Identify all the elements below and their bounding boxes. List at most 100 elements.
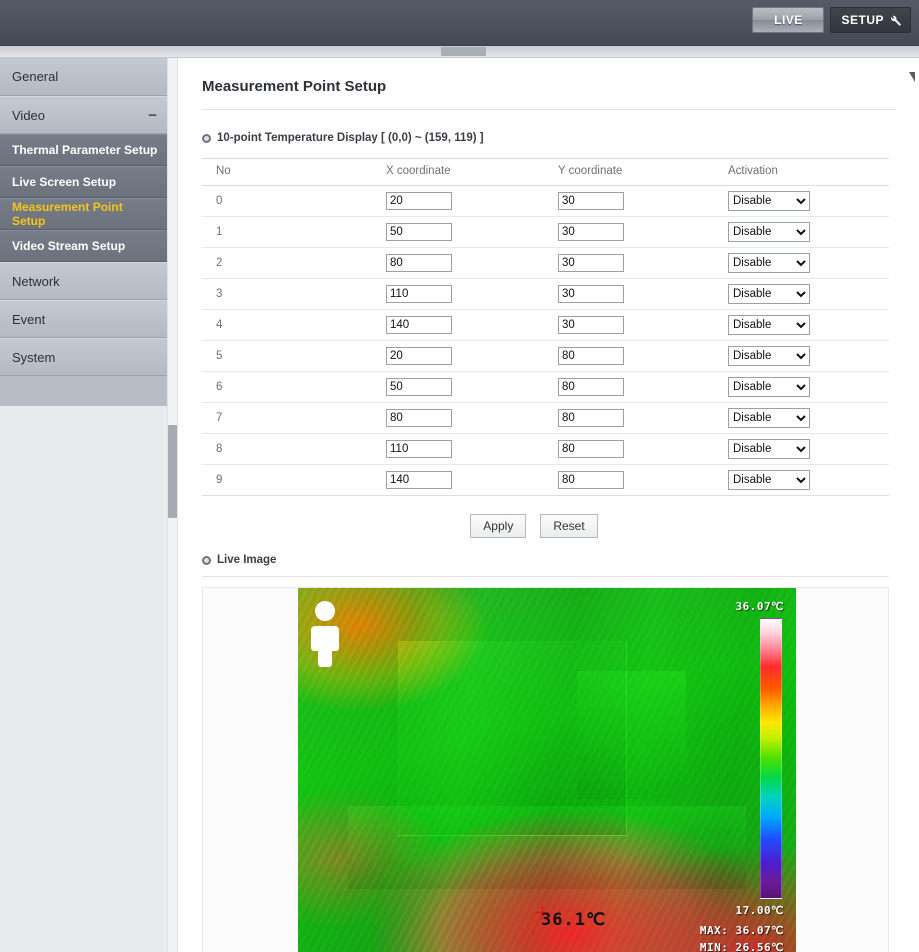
row-activation-cell: Disable [714, 309, 889, 341]
row-y-cell [544, 247, 714, 279]
table-header-row: No X coordinate Y coordinate Activation [202, 158, 889, 186]
y-coordinate-input[interactable] [558, 316, 624, 334]
x-coordinate-input[interactable] [386, 285, 452, 303]
sidebar-item-video[interactable]: Video − [0, 96, 171, 134]
row-index: 0 [202, 185, 372, 217]
measurement-point-table-body: 0 Disable 1 Disable 2 Disable [202, 185, 889, 496]
row-x-cell [372, 247, 544, 279]
content-scrollbar-thumb[interactable] [168, 425, 177, 518]
y-coordinate-input[interactable] [558, 223, 624, 241]
sidebar-item-thermal-parameter-setup[interactable]: Thermal Parameter Setup [0, 134, 171, 166]
sidebar-item-live-screen-setup-label: Live Screen Setup [12, 175, 117, 189]
table-row: 8 Disable [202, 433, 889, 465]
thermal-scene-shape-b [576, 670, 687, 799]
live-mode-button[interactable]: LIVE [752, 7, 825, 33]
y-coordinate-input[interactable] [558, 409, 624, 427]
activation-select[interactable]: Disable [728, 470, 810, 490]
y-coordinate-input[interactable] [558, 471, 624, 489]
apply-button[interactable]: Apply [470, 514, 527, 538]
tab-indicator[interactable] [441, 47, 486, 56]
outer-scroll-arrow-icon[interactable] [907, 70, 917, 82]
row-activation-cell: Disable [714, 185, 889, 217]
y-coordinate-input[interactable] [558, 378, 624, 396]
x-coordinate-input[interactable] [386, 192, 452, 210]
sidebar-item-video-stream-setup-label: Video Stream Setup [12, 239, 126, 253]
table-row: 4 Disable [202, 309, 889, 341]
sidebar-item-measurement-point-setup-label: Measurement Point Setup [12, 200, 123, 228]
measurement-point-table: No X coordinate Y coordinate Activation … [202, 158, 889, 496]
sidebar-item-network-label: Network [12, 273, 60, 289]
sidebar-item-network[interactable]: Network [0, 262, 171, 300]
sidebar-nav: General Video − Thermal Parameter Setup … [0, 58, 172, 406]
live-image-container: 36.07℃ 17.00℃ MAX: 36.07℃ MIN: 26.56℃ 36… [202, 576, 889, 952]
section-header-label: 10-point Temperature Display [ (0,0) ~ (… [217, 132, 484, 144]
activation-select[interactable]: Disable [728, 284, 810, 304]
y-coordinate-input[interactable] [558, 440, 624, 458]
activation-select[interactable]: Disable [728, 377, 810, 397]
header-button-group: LIVE SETUP [752, 7, 911, 33]
section-bullet-icon [202, 133, 211, 143]
activation-select[interactable]: Disable [728, 222, 810, 242]
row-activation-cell: Disable [714, 433, 889, 465]
reset-button[interactable]: Reset [540, 514, 598, 538]
sidebar-item-measurement-point-setup[interactable]: Measurement Point Setup [0, 198, 171, 230]
setup-mode-button[interactable]: SETUP [830, 7, 911, 33]
activation-select[interactable]: Disable [728, 253, 810, 273]
activation-select[interactable]: Disable [728, 346, 810, 366]
row-x-cell [372, 278, 544, 310]
x-coordinate-input[interactable] [386, 254, 452, 272]
sidebar-item-event[interactable]: Event [0, 300, 171, 338]
x-coordinate-input[interactable] [386, 471, 452, 489]
table-row: 1 Disable [202, 216, 889, 248]
y-coordinate-input[interactable] [558, 254, 624, 272]
x-coordinate-input[interactable] [386, 223, 452, 241]
row-index: 3 [202, 278, 372, 310]
row-y-cell [544, 340, 714, 372]
activation-select[interactable]: Disable [728, 191, 810, 211]
row-index: 8 [202, 433, 372, 465]
x-coordinate-input[interactable] [386, 316, 452, 334]
x-coordinate-input[interactable] [386, 440, 452, 458]
row-y-cell [544, 278, 714, 310]
main-content: Measurement Point Setup 10-point Tempera… [179, 58, 919, 952]
row-y-cell [544, 464, 714, 496]
activation-select[interactable]: Disable [728, 408, 810, 428]
row-x-cell [372, 216, 544, 248]
live-image-frame: 36.07℃ 17.00℃ MAX: 36.07℃ MIN: 26.56℃ 36… [202, 587, 889, 952]
row-x-cell [372, 402, 544, 434]
y-coordinate-input[interactable] [558, 347, 624, 365]
x-coordinate-input[interactable] [386, 409, 452, 427]
row-activation-cell: Disable [714, 371, 889, 403]
collapse-toggle-icon[interactable]: − [148, 108, 159, 123]
x-coordinate-input[interactable] [386, 378, 452, 396]
y-coordinate-input[interactable] [558, 285, 624, 303]
row-index: 9 [202, 464, 372, 496]
activation-select[interactable]: Disable [728, 315, 810, 335]
sidebar-item-system-label: System [12, 349, 56, 365]
activation-select[interactable]: Disable [728, 439, 810, 459]
y-coordinate-input[interactable] [558, 192, 624, 210]
row-index: 2 [202, 247, 372, 279]
camera-setup-page: LIVE SETUP General Video − Thermal Param… [0, 0, 919, 952]
sidebar-item-live-screen-setup[interactable]: Live Screen Setup [0, 166, 171, 198]
thermal-video-feed[interactable]: 36.07℃ 17.00℃ MAX: 36.07℃ MIN: 26.56℃ 36… [298, 588, 796, 952]
row-y-cell [544, 433, 714, 465]
table-row: 9 Disable [202, 464, 889, 496]
table-row: 2 Disable [202, 247, 889, 279]
min-temperature-readout: MIN: 26.56℃ [699, 941, 784, 952]
x-coordinate-input[interactable] [386, 347, 452, 365]
row-activation-cell: Disable [714, 402, 889, 434]
thermal-scene-shape-c [347, 806, 747, 889]
sidebar-item-thermal-parameter-setup-label: Thermal Parameter Setup [12, 143, 158, 157]
column-header-no: No [202, 158, 372, 186]
sidebar-item-system[interactable]: System [0, 338, 171, 376]
spot-temperature-readout: 36.1℃ [541, 910, 607, 930]
table-row: 6 Disable [202, 371, 889, 403]
row-y-cell [544, 185, 714, 217]
sidebar-item-general[interactable]: General [0, 58, 171, 96]
column-header-activation: Activation [714, 158, 889, 186]
row-activation-cell: Disable [714, 216, 889, 248]
live-image-label: Live Image [217, 554, 277, 566]
sidebar-item-video-stream-setup[interactable]: Video Stream Setup [0, 230, 171, 262]
top-header-bar: LIVE SETUP [0, 0, 919, 46]
